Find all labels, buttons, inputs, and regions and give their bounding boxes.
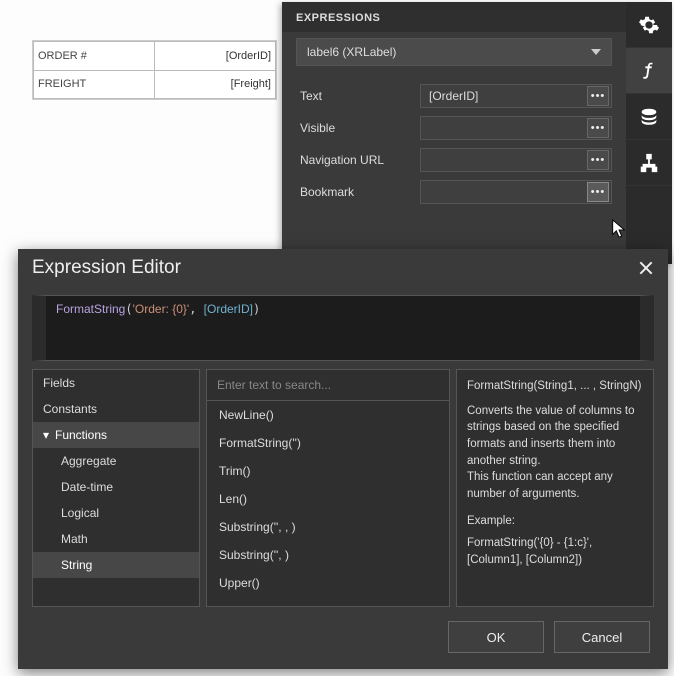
tree-node-constants[interactable]: Constants [33,396,199,422]
ellipsis-button[interactable]: ••• [587,182,609,202]
token-column: [OrderID] [204,302,253,316]
prop-name: Bookmark [300,185,420,199]
search-input[interactable] [207,370,449,401]
list-item[interactable]: NewLine() [207,401,449,429]
function-list: NewLine() FormatString('') Trim() Len() … [206,369,450,607]
dialog-title: Expression Editor [32,257,181,279]
gear-icon [638,14,660,36]
expressions-panel: EXPRESSIONS label6 (XRLabel) Text [Order… [282,2,672,264]
prop-row-text: Text [OrderID] ••• [282,80,626,112]
token-function: FormatString [56,302,125,316]
tree-node-aggregate[interactable]: Aggregate [33,448,199,474]
tree-node-functions[interactable]: ▾Functions [33,422,199,448]
database-icon [638,106,660,128]
prop-value-visible[interactable]: ••• [420,116,612,140]
target-element-dropdown[interactable]: label6 (XRLabel) [296,38,612,66]
tree-icon [638,152,660,174]
tab-settings[interactable] [626,2,672,48]
prop-row-nav-url: Navigation URL ••• [282,144,626,176]
expression-code-editor[interactable]: FormatString('Order: {0}', [OrderID]) [32,295,654,361]
report-design-surface[interactable]: ORDER # [OrderID] FREIGHT [Freight] [32,40,277,100]
list-item[interactable]: Substring('', ) [207,541,449,569]
prop-value-bookmark[interactable]: ••• [420,180,612,204]
list-item[interactable]: FormatString('') [207,429,449,457]
ellipsis-button[interactable]: ••• [587,118,609,138]
prop-row-bookmark: Bookmark ••• [282,176,626,208]
function-icon [638,60,660,82]
list-item[interactable]: Trim() [207,457,449,485]
cell-order-binding[interactable]: [OrderID] [155,42,276,71]
tab-expressions[interactable] [626,48,672,94]
cell-freight-binding[interactable]: [Freight] [155,70,276,99]
example-label: Example: [467,513,643,530]
tab-data[interactable] [626,94,672,140]
prop-name: Navigation URL [300,153,420,167]
list-item[interactable]: Upper() [207,569,449,597]
tree-node-string[interactable]: String [33,552,199,578]
design-table: ORDER # [OrderID] FREIGHT [Freight] [33,41,276,99]
target-element-label: label6 (XRLabel) [307,45,396,59]
chevron-down-icon [591,49,601,55]
expression-editor-dialog: Expression Editor FormatString('Order: {… [18,249,668,669]
prop-name: Text [300,89,420,103]
function-description: Converts the value of columns to strings… [467,403,643,503]
category-tree: Fields Constants ▾Functions Aggregate Da… [32,369,200,607]
token-string: 'Order: {0}' [133,302,190,316]
cancel-button[interactable]: Cancel [554,621,650,653]
prop-name: Visible [300,121,420,135]
cell-freight-label[interactable]: FREIGHT [34,70,155,99]
ok-button[interactable]: OK [448,621,544,653]
side-tab-strip [626,2,672,264]
list-item[interactable]: Substring('', , ) [207,513,449,541]
tree-node-fields[interactable]: Fields [33,370,199,396]
expressions-panel-title: EXPRESSIONS [282,2,626,32]
ellipsis-button[interactable]: ••• [587,86,609,106]
example-code: FormatString('{0} - {1:c}', [Column1], [… [467,535,643,568]
list-item[interactable]: Len() [207,485,449,513]
prop-value-text[interactable]: [OrderID] ••• [420,84,612,108]
ellipsis-button[interactable]: ••• [587,150,609,170]
prop-value-nav-url[interactable]: ••• [420,148,612,172]
description-panel: FormatString(String1, ... , StringN) Con… [456,369,654,607]
function-signature: FormatString(String1, ... , StringN) [467,378,643,395]
close-button[interactable] [638,260,654,276]
tab-report-tree[interactable] [626,140,672,186]
tree-node-date-time[interactable]: Date-time [33,474,199,500]
cell-order-label[interactable]: ORDER # [34,42,155,71]
chevron-down-icon: ▾ [43,428,53,442]
prop-row-visible: Visible ••• [282,112,626,144]
tree-node-math[interactable]: Math [33,526,199,552]
tree-node-logical[interactable]: Logical [33,500,199,526]
